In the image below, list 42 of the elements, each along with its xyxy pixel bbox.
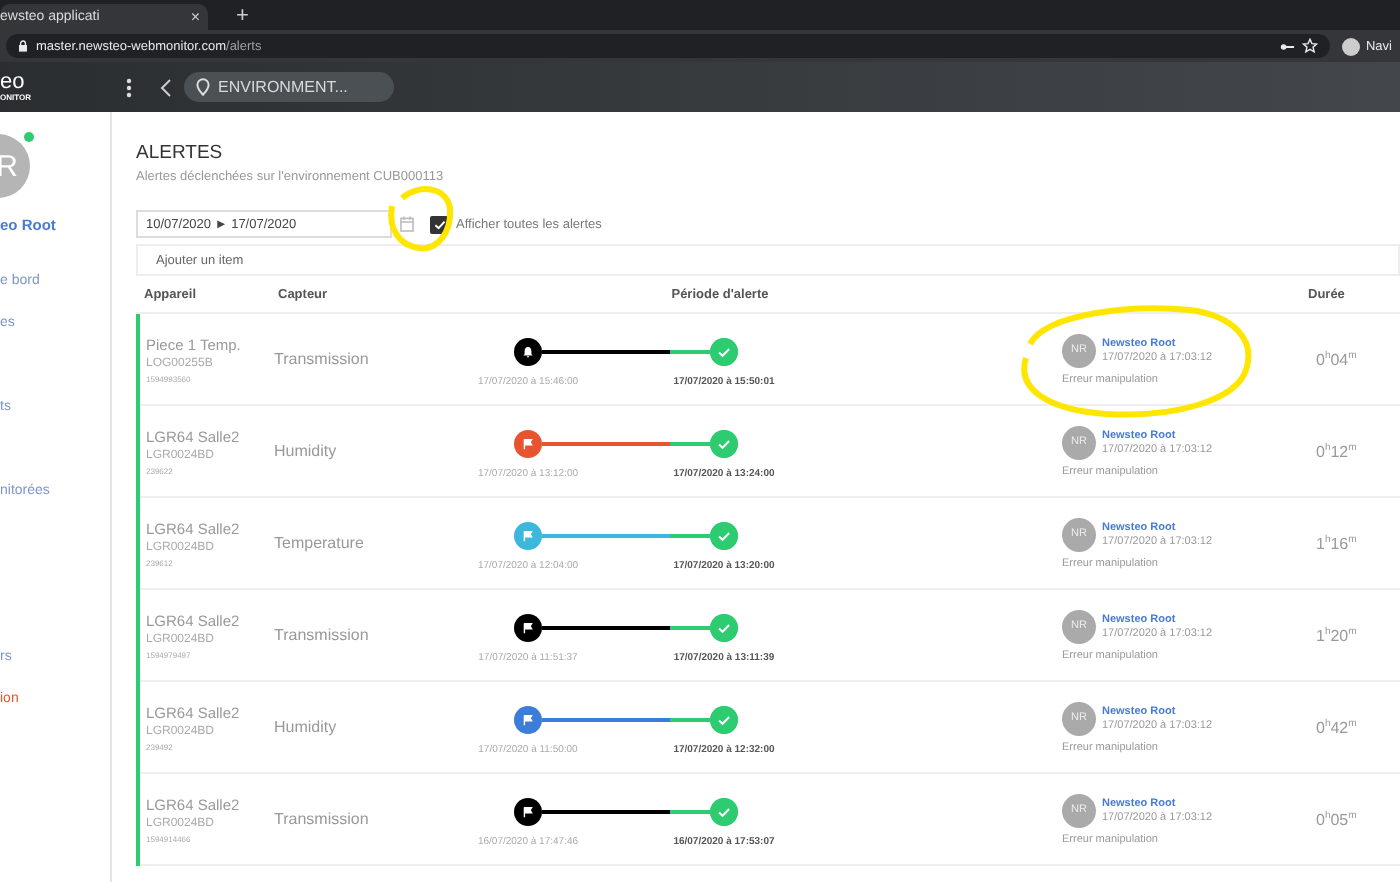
flag-icon xyxy=(522,806,534,818)
flag-icon xyxy=(522,622,534,634)
resolved-line xyxy=(670,350,710,354)
duration: 1$^{h}$20$^{m}$ xyxy=(1314,625,1359,645)
check-icon xyxy=(710,798,738,826)
sensor-name: Transmission xyxy=(274,626,371,644)
duration: 1$^{h}$16$^{m}$ xyxy=(1314,533,1359,553)
flag-icon xyxy=(522,438,534,450)
star-icon[interactable] xyxy=(1301,38,1318,54)
sensor-name: Humidity xyxy=(274,718,339,736)
close-icon[interactable]: × xyxy=(190,8,200,26)
resolved-line xyxy=(670,626,710,630)
flag-icon xyxy=(522,530,534,542)
resolved-line xyxy=(670,810,710,814)
profile-icon[interactable] xyxy=(1341,37,1360,55)
logo-text: eo xyxy=(0,72,27,94)
duration: 0$^{h}$05$^{m}$ xyxy=(1314,809,1359,829)
sensor-name: Transmission xyxy=(274,810,371,828)
location-pin-icon xyxy=(196,78,210,96)
sensor-name: Transmission xyxy=(274,350,371,368)
key-icon[interactable] xyxy=(1279,41,1294,51)
duration: 0$^{h}$04$^{m}$ xyxy=(1314,349,1359,369)
check-icon xyxy=(710,338,738,366)
bell-icon xyxy=(522,346,534,358)
menu-icon[interactable] xyxy=(126,77,132,97)
duration: 0$^{h}$12$^{m}$ xyxy=(1314,441,1359,461)
resolved-line xyxy=(670,718,710,722)
page-title: ALERTES xyxy=(136,142,225,164)
check-icon xyxy=(710,706,738,734)
duration: 0$^{h}$42$^{m}$ xyxy=(1314,717,1359,737)
flag-icon xyxy=(522,714,534,726)
lock-icon xyxy=(18,40,28,52)
resolved-line xyxy=(670,534,710,538)
check-icon xyxy=(710,614,738,642)
new-tab-button[interactable]: + xyxy=(236,4,249,30)
sensor-name: Humidity xyxy=(274,442,339,460)
check-icon xyxy=(710,430,738,458)
resolved-line xyxy=(670,442,710,446)
back-icon[interactable] xyxy=(160,77,172,97)
location-selector[interactable]: ENVIRONMENT... xyxy=(184,72,394,102)
check-icon xyxy=(710,522,738,550)
sensor-name: Temperature xyxy=(274,534,366,552)
